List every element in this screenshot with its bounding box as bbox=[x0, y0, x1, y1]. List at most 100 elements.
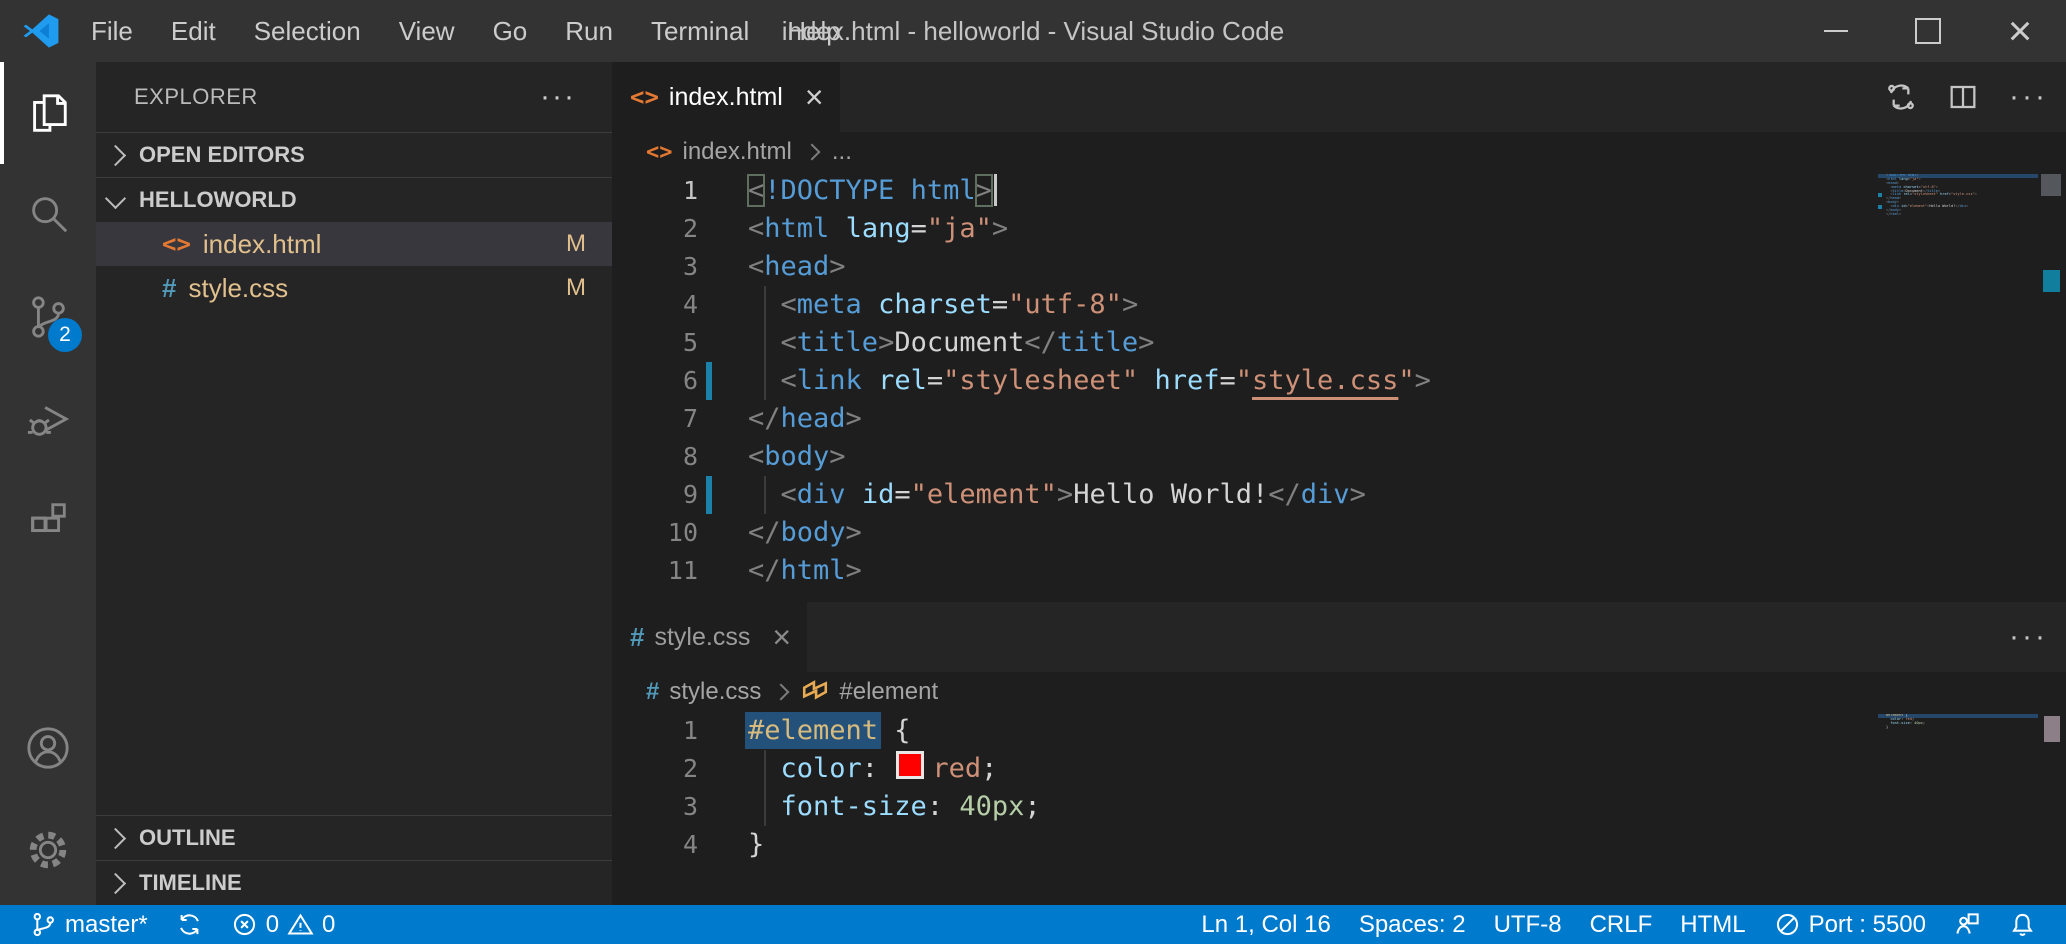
menu-bar: File Edit Selection View Go Run Terminal… bbox=[72, 0, 860, 62]
search-icon[interactable] bbox=[0, 164, 96, 266]
open-changes-icon[interactable] bbox=[1885, 81, 1917, 113]
activity-bar: 2 bbox=[0, 62, 96, 905]
close-tab-icon[interactable]: × bbox=[805, 79, 824, 116]
minimap[interactable]: #element { color: red; font-size: 40px;} bbox=[1878, 714, 2038, 730]
git-branch-status[interactable]: master* bbox=[16, 911, 162, 939]
notifications-button[interactable] bbox=[1995, 911, 2050, 938]
source-control-badge: 2 bbox=[48, 318, 82, 352]
eol-status[interactable]: CRLF bbox=[1576, 911, 1667, 939]
branch-name: master* bbox=[65, 911, 148, 939]
more-actions-icon[interactable]: ··· bbox=[2009, 80, 2048, 114]
tab-style-css[interactable]: # style.css × bbox=[612, 602, 807, 672]
code-line: 2 color: red; bbox=[612, 750, 2066, 788]
code-editor-style-css[interactable]: 1#element {2 color: red;3 font-size: 40p… bbox=[612, 712, 2066, 905]
tab-label: style.css bbox=[654, 623, 750, 652]
line-number: 5 bbox=[612, 324, 698, 362]
sidebar-title: EXPLORER bbox=[134, 84, 258, 110]
breadcrumb-item[interactable]: #element bbox=[839, 678, 938, 706]
sync-changes-button[interactable] bbox=[162, 911, 217, 938]
window-controls: × bbox=[1790, 0, 2066, 62]
section-timeline[interactable]: TIMELINE bbox=[96, 860, 612, 905]
language-mode-status[interactable]: HTML bbox=[1666, 911, 1759, 939]
feedback-button[interactable] bbox=[1940, 911, 1995, 938]
tab-bar-bottom: # style.css × ··· bbox=[612, 602, 2066, 672]
feedback-icon bbox=[1954, 911, 1981, 938]
line-number: 6 bbox=[612, 362, 698, 400]
sidebar-bottom-sections: OUTLINE TIMELINE bbox=[96, 815, 612, 905]
minimap[interactable]: <!DOCTYPE html><html lang="ja"><head> <m… bbox=[1878, 174, 2038, 217]
split-editor-icon[interactable] bbox=[1947, 81, 1979, 113]
tab-bar-top: <> index.html × ··· bbox=[612, 62, 2066, 132]
minimap-line: </html> bbox=[1878, 213, 2038, 217]
encoding-status[interactable]: UTF-8 bbox=[1480, 911, 1576, 939]
explorer-more-actions-icon[interactable]: ··· bbox=[540, 62, 576, 132]
chevron-right-icon bbox=[105, 872, 126, 893]
menu-selection[interactable]: Selection bbox=[235, 0, 380, 62]
git-modified-badge: M bbox=[566, 274, 586, 302]
scrollbar-thumb[interactable] bbox=[2041, 174, 2061, 196]
file-name: style.css bbox=[188, 273, 288, 304]
section-label: HELLOWORLD bbox=[139, 187, 297, 213]
file-row-index-html[interactable]: <> index.html M bbox=[96, 222, 612, 266]
css-rule-symbol-icon bbox=[801, 678, 829, 706]
file-row-style-css[interactable]: # style.css M bbox=[96, 266, 612, 310]
menu-run[interactable]: Run bbox=[546, 0, 632, 62]
line-number: 3 bbox=[612, 788, 698, 826]
tab-label: index.html bbox=[669, 83, 783, 112]
color-swatch[interactable] bbox=[896, 751, 924, 779]
line-number: 7 bbox=[612, 400, 698, 438]
code-line: 1#element { bbox=[612, 712, 2066, 750]
tab-index-html[interactable]: <> index.html × bbox=[612, 62, 840, 132]
minimize-icon bbox=[1824, 30, 1848, 32]
section-outline[interactable]: OUTLINE bbox=[96, 815, 612, 860]
indentation-status[interactable]: Spaces: 2 bbox=[1345, 911, 1480, 939]
minimize-button[interactable] bbox=[1790, 0, 1882, 62]
menu-file[interactable]: File bbox=[72, 0, 152, 62]
scrollbar-thumb[interactable] bbox=[2044, 716, 2060, 742]
extensions-icon[interactable] bbox=[0, 470, 96, 572]
settings-gear-icon[interactable] bbox=[0, 799, 96, 901]
editor-actions-top: ··· bbox=[1885, 62, 2048, 132]
close-icon: × bbox=[2008, 10, 2033, 52]
section-open-editors[interactable]: OPEN EDITORS bbox=[96, 132, 612, 177]
editor-area: <> index.html × ··· <> index.html ... bbox=[612, 62, 2066, 905]
code-lines: 1<!DOCTYPE html>2<html lang="ja">3<head>… bbox=[612, 172, 2066, 590]
code-line: 7</head> bbox=[612, 400, 2066, 438]
close-button[interactable]: × bbox=[1974, 0, 2066, 62]
breadcrumb-item[interactable]: style.css bbox=[669, 678, 761, 706]
breadcrumb-item[interactable]: ... bbox=[832, 138, 852, 166]
more-actions-icon[interactable]: ··· bbox=[2009, 620, 2048, 654]
maximize-button[interactable] bbox=[1882, 0, 1974, 62]
code-line: 11</html> bbox=[612, 552, 2066, 590]
chevron-right-icon bbox=[105, 144, 126, 165]
run-debug-icon[interactable] bbox=[0, 368, 96, 470]
css-file-icon: # bbox=[646, 678, 659, 706]
code-line: 10</body> bbox=[612, 514, 2066, 552]
css-file-icon: # bbox=[630, 622, 644, 653]
menu-go[interactable]: Go bbox=[474, 0, 547, 62]
close-tab-icon[interactable]: × bbox=[772, 619, 791, 656]
line-number: 4 bbox=[612, 286, 698, 324]
code-editor-index-html[interactable]: 1<!DOCTYPE html>2<html lang="ja">3<head>… bbox=[612, 172, 2066, 602]
menu-edit[interactable]: Edit bbox=[152, 0, 235, 62]
circle-slash-icon bbox=[1774, 911, 1801, 938]
menu-terminal[interactable]: Terminal bbox=[632, 0, 768, 62]
sync-icon bbox=[176, 911, 203, 938]
cursor-position-status[interactable]: Ln 1, Col 16 bbox=[1187, 911, 1344, 939]
line-number: 9 bbox=[612, 476, 698, 514]
code-line: 4} bbox=[612, 826, 2066, 864]
section-folder-helloworld[interactable]: HELLOWORLD bbox=[96, 177, 612, 222]
accounts-icon[interactable] bbox=[0, 697, 96, 799]
code-lines: 1#element {2 color: red;3 font-size: 40p… bbox=[612, 712, 2066, 864]
live-server-port-status[interactable]: Port : 5500 bbox=[1760, 911, 1940, 939]
explorer-icon[interactable] bbox=[0, 62, 96, 164]
bell-icon bbox=[2009, 911, 2036, 938]
line-number: 11 bbox=[612, 552, 698, 590]
line-number: 1 bbox=[612, 712, 698, 750]
code-line: 5 <title>Document</title> bbox=[612, 324, 2066, 362]
problems-status[interactable]: 0 0 bbox=[217, 911, 350, 939]
menu-view[interactable]: View bbox=[380, 0, 474, 62]
breadcrumb-item[interactable]: index.html bbox=[683, 138, 792, 166]
activity-bar-bottom bbox=[0, 697, 96, 901]
source-control-icon[interactable]: 2 bbox=[0, 266, 96, 368]
